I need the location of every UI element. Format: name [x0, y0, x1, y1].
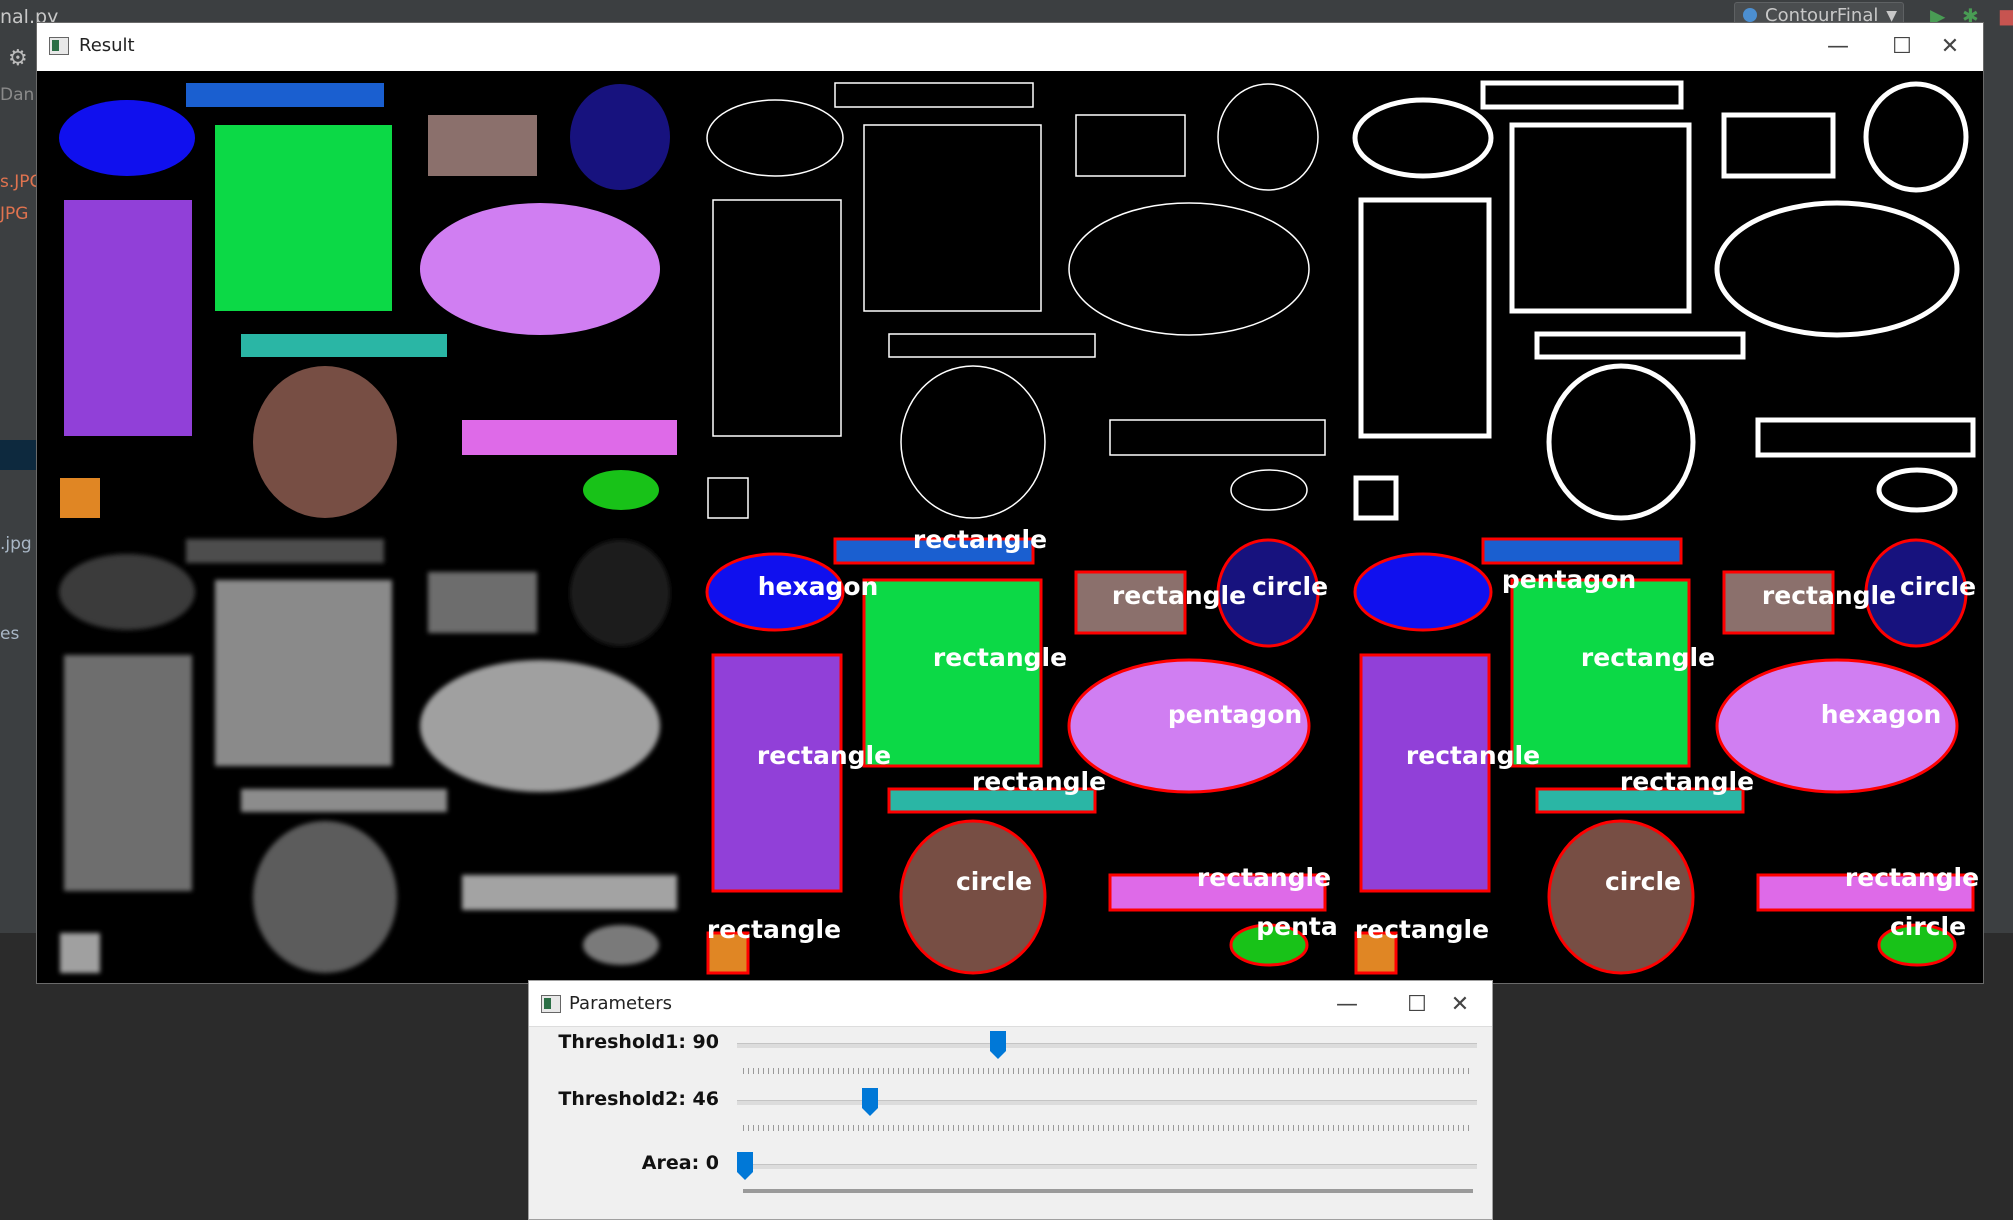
gear-icon[interactable]: ⚙ — [8, 46, 28, 71]
project-item-label: .jpg — [0, 534, 32, 554]
label-text: rectangle — [1762, 581, 1896, 610]
result-image-canvas: hexagon rectangle circle rectangle recta… — [38, 71, 1983, 983]
area-ticks — [743, 1189, 1473, 1193]
gray-wide-bar — [462, 875, 677, 910]
ide-project-panel: ⚙ Dan s.JPG JPG .jpg es — [0, 30, 43, 920]
python-icon — [1743, 8, 1757, 22]
threshold1-ticks — [743, 1068, 1473, 1074]
area-label: Area: 0 — [641, 1152, 719, 1174]
threshold2-ticks — [743, 1125, 1473, 1131]
shape-magenta-bar — [462, 420, 677, 455]
gray-tall-rect — [64, 655, 192, 891]
contour-blue-bar — [1481, 537, 1683, 565]
threshold1-slider-row: Threshold1: 90 — [529, 1031, 1489, 1081]
gray-ellipse-large — [420, 660, 660, 792]
shape-blue-bar — [186, 83, 384, 107]
close-button[interactable]: ✕ — [1925, 29, 1975, 65]
label-text: rectangle — [707, 915, 841, 944]
gray-small-square — [60, 933, 100, 973]
gray-circle — [570, 540, 670, 646]
parameters-window: Parameters — ☐ ✕ Threshold1: 90 Threshol… — [528, 980, 1493, 1220]
gray-thin-bar — [241, 789, 447, 812]
threshold2-thumb[interactable] — [862, 1088, 879, 1116]
gray-square — [215, 580, 392, 766]
label-text: rectangle — [1581, 643, 1715, 672]
threshold2-track[interactable] — [737, 1100, 1477, 1105]
project-item[interactable]: .jpg — [0, 534, 32, 554]
area-track[interactable] — [737, 1164, 1477, 1169]
label-text: rectangle — [913, 525, 1047, 554]
threshold1-track[interactable] — [737, 1043, 1477, 1048]
gray-ellipse — [59, 554, 195, 630]
label-text: rectangle — [1355, 915, 1489, 944]
result-window: Result — ☐ ✕ hexagon rectangle circle re… — [36, 22, 1984, 984]
project-item-label: JPG — [0, 204, 29, 224]
shape-navy-circle — [570, 84, 670, 190]
gray-small-ellipse — [583, 925, 659, 965]
shape-green-square — [215, 125, 392, 311]
parameters-titlebar[interactable]: Parameters — ☐ ✕ — [529, 981, 1492, 1027]
contour-purple-rect — [711, 653, 843, 893]
label-text: circle — [1605, 867, 1681, 896]
label-text: pentagon — [1502, 565, 1636, 594]
shape-purple-rect — [64, 200, 192, 436]
label-text: pentagon — [1168, 700, 1302, 729]
label-text: rectangle — [933, 643, 1067, 672]
label-text: rectangle — [972, 767, 1106, 796]
contour-green-square — [862, 578, 1043, 768]
shape-taupe-rect — [428, 115, 537, 176]
area-slider-row: Area: 0 — [529, 1152, 1489, 1202]
maximize-button[interactable]: ☐ — [1877, 29, 1927, 65]
project-item-label: es — [0, 624, 20, 644]
shape-teal-bar — [241, 334, 447, 357]
shape-lilac-ellipse — [420, 203, 660, 335]
label-text: penta — [1256, 912, 1337, 941]
project-item[interactable]: JPG — [0, 204, 28, 224]
ide-right-toolstrip — [1984, 30, 2013, 900]
contour-brown-circle — [1547, 819, 1695, 975]
label-text: rectangle — [1112, 581, 1246, 610]
contour-brown-circle — [899, 819, 1047, 975]
contour-purple-rect — [1359, 653, 1491, 893]
minimize-button[interactable]: — — [1813, 29, 1863, 65]
maximize-button[interactable]: ☐ — [1392, 987, 1442, 1023]
label-text: rectangle — [1845, 863, 1979, 892]
project-item[interactable]: Dan — [0, 85, 34, 105]
shape-green-ellipse — [583, 470, 659, 510]
label-text: rectangle — [1197, 863, 1331, 892]
gray-circle-large — [253, 821, 397, 973]
label-text: circle — [1900, 572, 1976, 601]
parameters-window-title: Parameters — [569, 993, 673, 1014]
label-text: circle — [956, 867, 1032, 896]
label-text: circle — [1890, 912, 1966, 941]
contour-green-square — [1510, 578, 1691, 768]
app-icon — [541, 995, 561, 1013]
label-text: rectangle — [757, 741, 891, 770]
threshold2-slider-row: Threshold2: 46 — [529, 1088, 1489, 1138]
label-text: hexagon — [1821, 700, 1942, 729]
label-text: hexagon — [758, 572, 879, 601]
gray-rect — [428, 572, 537, 633]
area-thumb[interactable] — [737, 1152, 753, 1180]
project-selected-row — [0, 440, 36, 470]
shape-blue-ellipse — [59, 100, 195, 176]
label-text: rectangle — [1406, 741, 1540, 770]
shape-brown-circle — [253, 366, 397, 518]
threshold2-label: Threshold2: 46 — [558, 1088, 719, 1110]
gray-bar — [186, 539, 384, 563]
close-button[interactable]: ✕ — [1440, 987, 1480, 1023]
stop-icon[interactable]: ■ — [1998, 4, 2013, 28]
app-icon — [49, 37, 69, 55]
contour-blue-ellipse — [1353, 552, 1493, 632]
shape-orange-square — [60, 478, 100, 518]
label-text: circle — [1252, 572, 1328, 601]
project-item-label: Dan — [0, 85, 35, 105]
threshold1-label: Threshold1: 90 — [558, 1031, 719, 1053]
project-item[interactable]: es — [0, 624, 19, 644]
result-window-title: Result — [79, 35, 135, 56]
result-titlebar[interactable]: Result — ☐ ✕ — [37, 23, 1983, 71]
label-text: rectangle — [1620, 767, 1754, 796]
minimize-button[interactable]: — — [1322, 987, 1372, 1023]
threshold1-thumb[interactable] — [990, 1031, 1007, 1059]
